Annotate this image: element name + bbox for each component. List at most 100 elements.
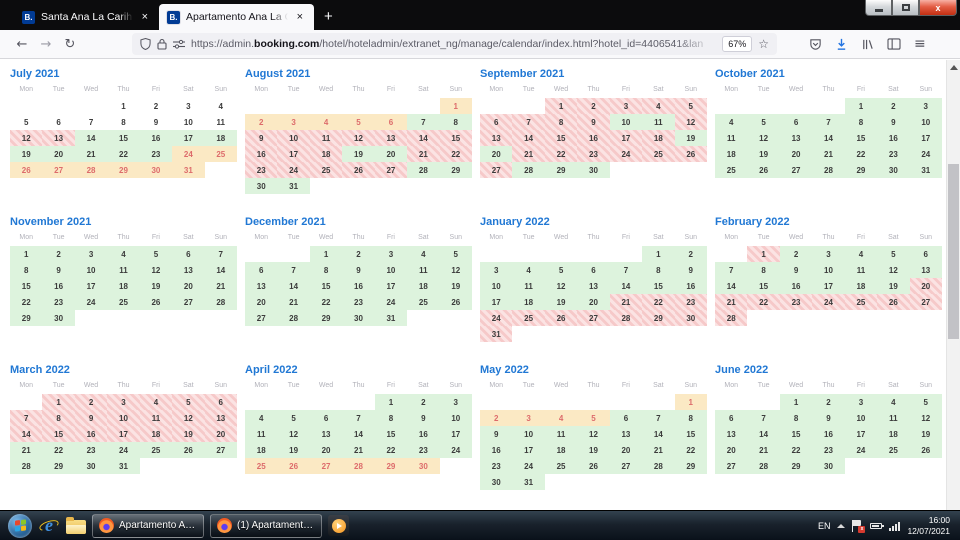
pocket-icon[interactable] xyxy=(809,38,822,51)
day-cell[interactable]: 1 xyxy=(10,246,43,262)
day-cell[interactable]: 8 xyxy=(107,114,139,130)
tab-close-icon[interactable]: × xyxy=(294,11,306,24)
day-cell[interactable]: 27 xyxy=(42,162,75,178)
day-cell[interactable]: 11 xyxy=(407,262,440,278)
day-cell[interactable]: 20 xyxy=(42,146,75,162)
day-cell[interactable]: 27 xyxy=(309,458,343,474)
day-cell[interactable]: 3 xyxy=(277,114,310,130)
day-cell[interactable]: 21 xyxy=(715,294,748,310)
day-cell[interactable]: 7 xyxy=(204,246,237,262)
day-cell[interactable]: 3 xyxy=(172,98,204,114)
day-cell[interactable]: 2 xyxy=(407,394,440,410)
day-cell[interactable]: 16 xyxy=(877,130,910,146)
day-cell[interactable]: 20 xyxy=(577,294,610,310)
day-cell[interactable]: 10 xyxy=(374,262,408,278)
day-cell[interactable]: 17 xyxy=(74,278,108,294)
day-cell[interactable]: 5 xyxy=(577,410,610,426)
day-cell[interactable]: 23 xyxy=(577,146,610,162)
day-cell[interactable]: 6 xyxy=(480,114,513,130)
internet-explorer-icon[interactable]: e xyxy=(38,515,60,537)
day-cell[interactable]: 12 xyxy=(439,262,472,278)
day-cell[interactable]: 20 xyxy=(245,294,278,310)
day-cell[interactable]: 15 xyxy=(10,278,43,294)
day-cell[interactable]: 27 xyxy=(245,310,278,326)
day-cell[interactable]: 5 xyxy=(674,98,707,114)
day-cell[interactable]: 19 xyxy=(544,294,578,310)
day-cell[interactable]: 22 xyxy=(642,294,675,310)
day-cell[interactable]: 30 xyxy=(480,474,513,490)
day-cell[interactable]: 5 xyxy=(544,262,578,278)
day-cell[interactable]: 14 xyxy=(277,278,310,294)
day-cell[interactable]: 21 xyxy=(642,442,675,458)
day-cell[interactable]: 6 xyxy=(42,114,74,130)
battery-icon[interactable] xyxy=(870,522,885,529)
day-cell[interactable]: 24 xyxy=(812,294,845,310)
day-cell[interactable]: 24 xyxy=(609,146,643,162)
day-cell[interactable]: 13 xyxy=(42,130,75,146)
day-cell[interactable]: 14 xyxy=(10,426,43,442)
day-cell[interactable]: 10 xyxy=(439,410,472,426)
day-cell[interactable]: 10 xyxy=(74,262,108,278)
day-cell[interactable]: 28 xyxy=(609,310,643,326)
day-cell[interactable]: 12 xyxy=(172,410,205,426)
day-cell[interactable]: 22 xyxy=(10,294,43,310)
day-cell[interactable]: 9 xyxy=(74,410,108,426)
day-cell[interactable]: 2 xyxy=(42,246,75,262)
day-cell[interactable]: 12 xyxy=(342,130,375,146)
day-cell[interactable]: 22 xyxy=(674,442,707,458)
back-icon[interactable]: ← xyxy=(10,37,34,52)
day-cell[interactable]: 16 xyxy=(139,130,173,146)
day-cell[interactable]: 23 xyxy=(407,442,440,458)
day-cell[interactable]: 1 xyxy=(747,246,780,262)
day-cell[interactable]: 11 xyxy=(139,410,173,426)
day-cell[interactable]: 6 xyxy=(245,262,278,278)
day-cell[interactable]: 16 xyxy=(779,278,813,294)
day-cell[interactable]: 17 xyxy=(374,278,408,294)
day-cell[interactable]: 30 xyxy=(577,162,610,178)
day-cell[interactable]: 23 xyxy=(42,294,75,310)
day-cell[interactable]: 27 xyxy=(204,442,237,458)
day-cell[interactable]: 3 xyxy=(512,410,545,426)
day-cell[interactable]: 11 xyxy=(844,262,878,278)
day-cell[interactable]: 31 xyxy=(107,458,140,474)
day-cell[interactable]: 13 xyxy=(204,410,237,426)
day-cell[interactable]: 11 xyxy=(715,130,748,146)
day-cell[interactable]: 7 xyxy=(812,114,845,130)
day-cell[interactable]: 4 xyxy=(205,98,237,114)
day-cell[interactable]: 1 xyxy=(439,98,472,114)
day-cell[interactable]: 13 xyxy=(609,426,643,442)
day-cell[interactable]: 19 xyxy=(747,146,780,162)
day-cell[interactable]: 17 xyxy=(812,278,845,294)
permissions-icon[interactable] xyxy=(173,39,185,49)
day-cell[interactable]: 23 xyxy=(674,294,707,310)
day-cell[interactable]: 21 xyxy=(342,442,375,458)
day-cell[interactable]: 16 xyxy=(342,278,375,294)
day-cell[interactable]: 25 xyxy=(407,294,440,310)
day-cell[interactable]: 19 xyxy=(342,146,375,162)
browser-tab-inactive[interactable]: B. Santa Ana La Carihuela - Calend × xyxy=(14,4,159,30)
day-cell[interactable]: 15 xyxy=(107,130,140,146)
day-cell[interactable]: 9 xyxy=(140,114,172,130)
day-cell[interactable]: 26 xyxy=(342,162,375,178)
day-cell[interactable]: 16 xyxy=(42,278,75,294)
day-cell[interactable]: 8 xyxy=(544,114,578,130)
day-cell[interactable]: 20 xyxy=(480,146,513,162)
day-cell[interactable]: 25 xyxy=(139,442,173,458)
day-cell[interactable]: 26 xyxy=(172,442,205,458)
day-cell[interactable]: 29 xyxy=(544,162,578,178)
day-cell[interactable]: 1 xyxy=(374,394,408,410)
day-cell[interactable]: 17 xyxy=(277,146,310,162)
day-cell[interactable]: 20 xyxy=(172,278,205,294)
day-cell[interactable]: 14 xyxy=(342,426,375,442)
file-explorer-icon[interactable] xyxy=(66,516,86,534)
day-cell[interactable]: 11 xyxy=(309,130,343,146)
day-cell[interactable]: 28 xyxy=(407,162,440,178)
day-cell[interactable]: 18 xyxy=(139,426,173,442)
start-button[interactable] xyxy=(8,513,32,538)
sidebar-icon[interactable] xyxy=(887,38,901,50)
day-cell[interactable]: 11 xyxy=(877,410,910,426)
day-cell[interactable]: 23 xyxy=(779,294,813,310)
day-cell[interactable]: 21 xyxy=(512,146,545,162)
day-cell[interactable]: 9 xyxy=(577,114,610,130)
day-cell[interactable]: 14 xyxy=(609,278,643,294)
